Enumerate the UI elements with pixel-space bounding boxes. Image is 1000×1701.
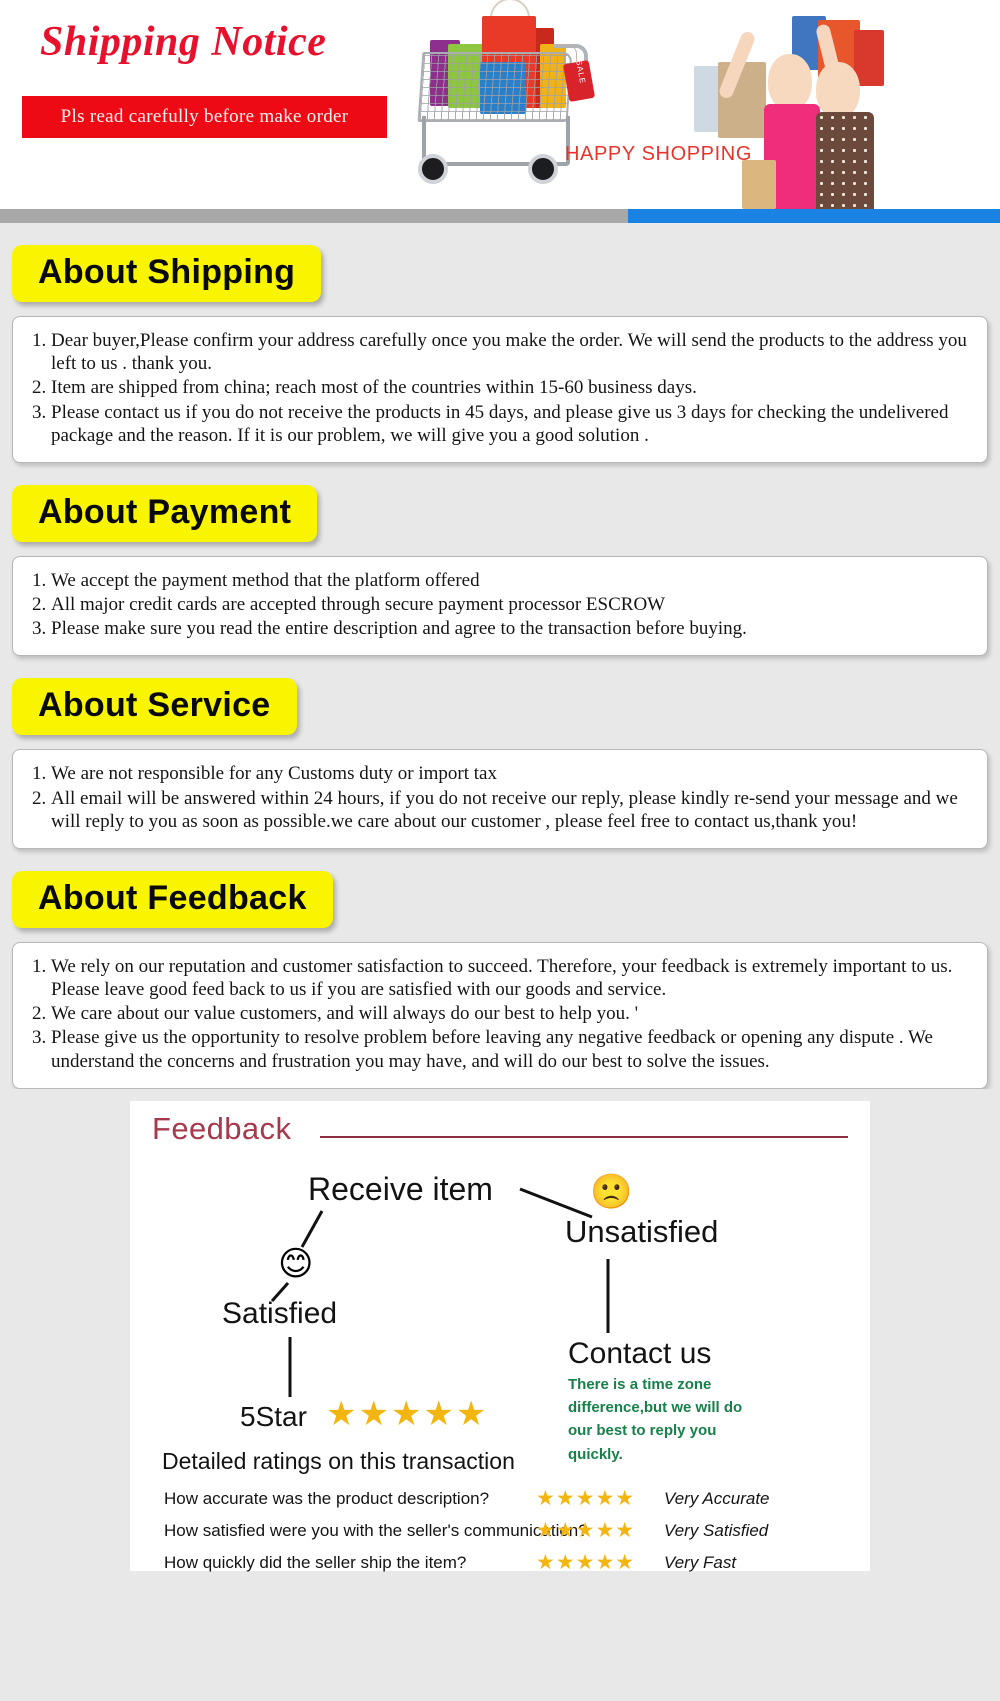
section-tag-shipping: About Shipping xyxy=(12,245,322,302)
cart-wheel-left xyxy=(418,154,448,184)
shopper-bag-red xyxy=(854,30,884,86)
table-row: How accurate was the product description… xyxy=(164,1483,844,1515)
feedback-diagram-region: Feedback Receive item 🙁 Unsatisfied 😊 Sa… xyxy=(0,1088,1000,1587)
header-banner: Shipping Notice Pls read carefully befor… xyxy=(0,0,1000,209)
list-item: Please contact us if you do not receive … xyxy=(51,401,971,447)
label-satisfied: Satisfied xyxy=(222,1296,338,1330)
cart-wheel-right xyxy=(528,154,558,184)
shoppers-illustration xyxy=(672,0,900,209)
service-list: We are not responsible for any Customs d… xyxy=(29,762,971,833)
shopper-2-head xyxy=(816,62,860,118)
five-star-rating-icon: ★★★★★ xyxy=(326,1393,489,1434)
list-item: Item are shipped from china; reach most … xyxy=(51,376,971,399)
list-item: We rely on our reputation and customer s… xyxy=(51,955,971,1001)
panel-about-feedback: We rely on our reputation and customer s… xyxy=(12,941,988,1089)
header-notice-banner: Pls read carefully before make order xyxy=(22,96,387,138)
satisfied-face-icon: 😊 xyxy=(278,1243,314,1284)
rating-verdict: Very Fast xyxy=(664,1552,737,1572)
list-item: We accept the payment method that the pl… xyxy=(51,569,971,592)
section-tag-feedback: About Feedback xyxy=(12,870,333,928)
rating-stars-icon: ★★★★★ xyxy=(536,1486,636,1511)
happy-shopping-label: HAPPY SHOPPING xyxy=(565,143,752,165)
section-about-payment: About Payment We accept the payment meth… xyxy=(0,463,1000,657)
divider-bar xyxy=(0,209,1000,223)
shopper-2-dress xyxy=(816,112,874,209)
section-about-service: About Service We are not responsible for… xyxy=(0,656,1000,849)
list-item: Dear buyer,Please confirm your address c… xyxy=(51,329,971,375)
label-contact-us: Contact us xyxy=(568,1336,712,1370)
label-five-star: 5Star xyxy=(240,1400,307,1432)
content-sections: About Shipping Dear buyer,Please confirm… xyxy=(0,223,1000,1089)
divider-blue-segment xyxy=(628,209,1000,223)
shipping-list: Dear buyer,Please confirm your address c… xyxy=(29,329,971,447)
section-tag-label: About Payment xyxy=(38,492,292,531)
payment-list: We accept the payment method that the pl… xyxy=(29,569,971,641)
feedback-diagram-card: Feedback Receive item 🙁 Unsatisfied 😊 Sa… xyxy=(130,1100,870,1573)
section-about-shipping: About Shipping Dear buyer,Please confirm… xyxy=(0,223,1000,463)
section-tag-label: About Feedback xyxy=(38,878,307,917)
shopper-1-head xyxy=(768,54,812,110)
feedback-list: We rely on our reputation and customer s… xyxy=(29,955,971,1073)
table-row: How satisfied were you with the seller's… xyxy=(164,1515,844,1547)
cart-basket xyxy=(417,52,573,122)
list-item: All major credit cards are accepted thro… xyxy=(51,593,971,616)
rating-question: How satisfied were you with the seller's… xyxy=(164,1520,588,1540)
section-about-feedback: About Feedback We rely on our reputation… xyxy=(0,849,1000,1089)
detailed-ratings-table: How accurate was the product description… xyxy=(164,1483,844,1579)
unsatisfied-face-icon: 🙁 xyxy=(590,1171,633,1212)
section-tag-service: About Service xyxy=(12,678,297,736)
contact-us-note: There is a time zone difference,but we w… xyxy=(568,1375,743,1463)
label-receive-item: Receive item xyxy=(308,1170,493,1207)
section-tag-label: About Service xyxy=(38,686,271,725)
rating-stars-icon: ★★★★★ xyxy=(536,1550,636,1575)
shopper-bag-kraft-low xyxy=(742,160,776,209)
section-tag-payment: About Payment xyxy=(12,484,318,542)
panel-about-shipping: Dear buyer,Please confirm your address c… xyxy=(12,316,988,463)
table-row: How quickly did the seller ship the item… xyxy=(164,1547,844,1579)
rating-verdict: Very Accurate xyxy=(664,1488,770,1508)
rating-question: How accurate was the product description… xyxy=(164,1488,490,1508)
label-unsatisfied: Unsatisfied xyxy=(565,1213,719,1249)
list-item: We care about our value customers, and w… xyxy=(51,1002,971,1025)
page-title: Shipping Notice xyxy=(40,19,327,65)
rating-stars-icon: ★★★★★ xyxy=(536,1518,636,1543)
list-item: We are not responsible for any Customs d… xyxy=(51,762,971,785)
rating-verdict: Very Satisfied xyxy=(664,1520,769,1540)
rating-question: How quickly did the seller ship the item… xyxy=(164,1552,467,1572)
list-item: Please make sure you read the entire des… xyxy=(51,617,971,640)
panel-about-payment: We accept the payment method that the pl… xyxy=(12,555,988,657)
section-tag-label: About Shipping xyxy=(38,253,296,291)
label-detailed-ratings: Detailed ratings on this transaction xyxy=(162,1447,515,1474)
panel-about-service: We are not responsible for any Customs d… xyxy=(12,749,988,849)
divider-grey-segment xyxy=(0,209,628,223)
header-notice-text: Pls read carefully before make order xyxy=(60,106,349,127)
list-item: All email will be answered within 24 hou… xyxy=(51,787,971,833)
shipping-notice-page: Shipping Notice Pls read carefully befor… xyxy=(0,0,1000,1701)
list-item: Please give us the opportunity to resolv… xyxy=(51,1026,971,1072)
sale-tag-icon xyxy=(562,60,596,102)
